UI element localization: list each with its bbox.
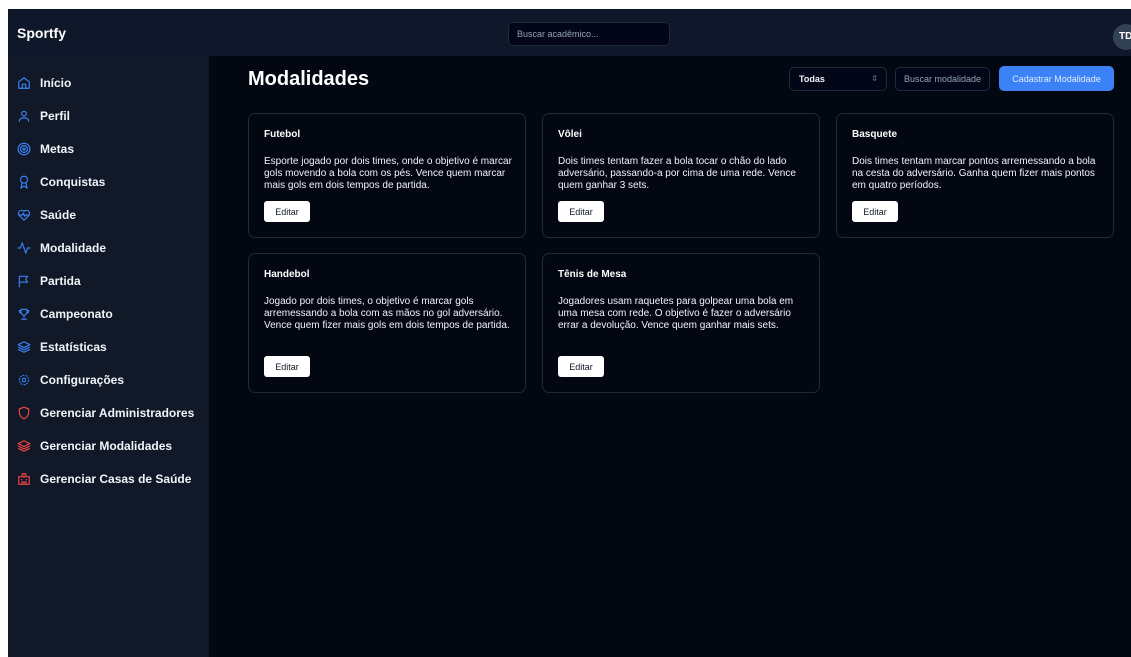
activity-icon [17, 241, 31, 255]
top-bar: Sportfy TD [8, 9, 1131, 56]
modality-card: Tênis de Mesa Jogadores usam raquetes pa… [542, 253, 820, 393]
sidebar-item-campeonato[interactable]: Campeonato [8, 300, 209, 328]
modality-card: Futebol Esporte jogado por dois times, o… [248, 113, 526, 238]
modality-card: Handebol Jogado por dois times, o objeti… [248, 253, 526, 393]
sidebar: Início Perfil Metas Conquistas Saúde Mod… [8, 56, 209, 657]
sidebar-item-label: Campeonato [40, 307, 113, 321]
medal-icon [17, 175, 31, 189]
sidebar-item-saude[interactable]: Saúde [8, 201, 209, 229]
edit-button[interactable]: Editar [558, 201, 604, 222]
trophy-icon [17, 307, 31, 321]
user-avatar[interactable]: TD [1113, 24, 1131, 50]
sidebar-item-label: Saúde [40, 208, 77, 222]
sidebar-item-modalidade[interactable]: Modalidade [8, 234, 209, 262]
modality-card: Basquete Dois times tentam marcar pontos… [836, 113, 1114, 238]
user-icon [17, 109, 31, 123]
select-value: Todas [799, 74, 825, 84]
brand-logo[interactable]: Sportfy [17, 25, 66, 41]
sidebar-item-gerenciar-casas-de-saude[interactable]: Gerenciar Casas de Saúde [8, 465, 209, 493]
add-modality-button[interactable]: Cadastrar Modalidade [999, 66, 1114, 91]
main-content: Modalidades Todas ⇳ Cadastrar Modalidade… [209, 56, 1131, 657]
edit-button[interactable]: Editar [558, 356, 604, 377]
edit-button[interactable]: Editar [852, 201, 898, 222]
hospital-icon [17, 472, 31, 486]
sidebar-item-label: Conquistas [40, 175, 106, 189]
sidebar-item-metas[interactable]: Metas [8, 135, 209, 163]
card-description: Dois times tentam fazer a bola tocar o c… [558, 156, 796, 191]
select-caret-icon: ⇳ [871, 74, 878, 83]
edit-button[interactable]: Editar [264, 201, 310, 222]
sidebar-item-perfil[interactable]: Perfil [8, 102, 209, 130]
page-title: Modalidades [248, 68, 370, 90]
sidebar-item-label: Gerenciar Administradores [40, 406, 195, 420]
heart-pulse-icon [17, 208, 31, 222]
card-title: Basquete [852, 129, 898, 140]
sidebar-item-conquistas[interactable]: Conquistas [8, 168, 209, 196]
layers-icon [17, 439, 31, 453]
settings-icon [17, 373, 31, 387]
home-icon [17, 76, 31, 90]
card-description: Jogadores usam raquetes para golpear uma… [558, 296, 794, 331]
target-icon [17, 142, 31, 156]
sidebar-item-partida[interactable]: Partida [8, 267, 209, 295]
app-window: Sportfy TD Início Perfil Metas [8, 9, 1131, 657]
modality-search-input[interactable] [895, 67, 990, 91]
card-description: Esporte jogado por dois times, onde o ob… [264, 156, 512, 191]
sidebar-item-label: Perfil [40, 109, 71, 123]
card-title: Tênis de Mesa [558, 269, 627, 280]
flag-icon [17, 274, 31, 288]
sidebar-item-label: Início [40, 76, 72, 90]
sidebar-item-label: Metas [40, 142, 75, 156]
sidebar-item-label: Gerenciar Casas de Saúde [40, 472, 192, 486]
layers-icon [17, 340, 31, 354]
card-description: Jogado por dois times, o objetivo é marc… [264, 296, 510, 331]
modality-card: Vôlei Dois times tentam fazer a bola toc… [542, 113, 820, 238]
sidebar-item-label: Configurações [40, 373, 125, 387]
card-title: Futebol [264, 129, 301, 140]
card-title: Handebol [264, 269, 310, 280]
sidebar-item-label: Gerenciar Modalidades [40, 439, 173, 453]
sidebar-item-gerenciar-modalidades[interactable]: Gerenciar Modalidades [8, 432, 209, 460]
edit-button[interactable]: Editar [264, 356, 310, 377]
sidebar-item-configuracoes[interactable]: Configurações [8, 366, 209, 394]
sidebar-item-label: Partida [40, 274, 81, 288]
card-title: Vôlei [558, 129, 582, 140]
student-search-input[interactable] [508, 22, 670, 46]
sidebar-item-label: Modalidade [40, 241, 107, 255]
sidebar-item-estatisticas[interactable]: Estatísticas [8, 333, 209, 361]
sidebar-item-gerenciar-administradores[interactable]: Gerenciar Administradores [8, 399, 209, 427]
shield-icon [17, 406, 31, 420]
sidebar-item-label: Estatísticas [40, 340, 107, 354]
sidebar-item-inicio[interactable]: Início [8, 69, 209, 97]
category-filter-select[interactable]: Todas ⇳ [789, 67, 887, 91]
card-description: Dois times tentam marcar pontos arremess… [852, 156, 1096, 191]
